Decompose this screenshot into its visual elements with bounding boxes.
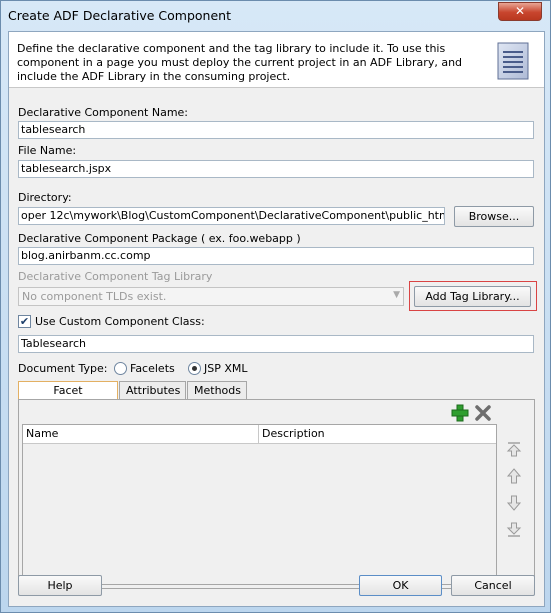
directory-label: Directory:	[18, 191, 72, 204]
add-tag-library-button[interactable]: Add Tag Library...	[414, 286, 531, 307]
tab-attributes[interactable]: Attributes	[119, 381, 186, 399]
column-header-name[interactable]: Name	[23, 425, 259, 444]
facets-table: Name Description	[22, 424, 497, 585]
facet-definitions-panel: Name Description	[18, 399, 535, 589]
dialog-description: Define the declarative component and the…	[17, 42, 463, 83]
dialog-title: Create ADF Declarative Component	[8, 8, 231, 23]
file-name-input[interactable]: tablesearch.jspx	[18, 160, 534, 178]
browse-button[interactable]: Browse...	[454, 206, 534, 227]
help-button[interactable]: Help	[18, 575, 102, 596]
move-to-bottom-icon[interactable]	[506, 522, 522, 538]
dialog-window: Create ADF Declarative Component ✕ Defin…	[0, 0, 551, 613]
chevron-down-icon: ▼	[393, 290, 400, 300]
facelets-radio[interactable]	[114, 362, 127, 375]
header-panel: Define the declarative component and the…	[9, 32, 544, 88]
tag-library-value: No component TLDs exist.	[22, 290, 167, 303]
package-label: Declarative Component Package ( ex. foo.…	[18, 232, 301, 245]
jsp-xml-radio[interactable]	[188, 362, 201, 375]
use-custom-class-label: Use Custom Component Class:	[35, 315, 205, 328]
component-name-label: Declarative Component Name:	[18, 106, 189, 119]
jsp-xml-label: JSP XML	[204, 362, 248, 375]
delete-icon[interactable]	[474, 404, 492, 422]
component-name-input[interactable]: tablesearch	[18, 121, 534, 139]
ok-button[interactable]: OK	[359, 575, 442, 596]
dialog-content: Define the declarative component and the…	[8, 31, 545, 607]
tag-library-label: Declarative Component Tag Library	[18, 270, 213, 283]
cancel-button[interactable]: Cancel	[451, 575, 535, 596]
tab-methods[interactable]: Methods	[187, 381, 247, 399]
move-down-icon[interactable]	[506, 495, 522, 511]
use-custom-class-checkbox[interactable]: ✔	[18, 315, 31, 328]
title-bar[interactable]: Create ADF Declarative Component ✕	[1, 1, 550, 31]
file-name-label: File Name:	[18, 144, 77, 157]
facelets-label: Facelets	[130, 362, 175, 375]
package-input[interactable]: blog.anirbanm.cc.comp	[18, 247, 534, 265]
document-icon	[497, 42, 529, 80]
custom-class-input[interactable]: Tablesearch	[18, 335, 534, 353]
tag-library-select[interactable]: No component TLDs exist. ▼	[18, 287, 404, 306]
document-type-label: Document Type:	[18, 362, 108, 375]
add-icon[interactable]	[451, 404, 469, 422]
column-header-description[interactable]: Description	[259, 425, 496, 444]
close-button[interactable]: ✕	[498, 2, 542, 21]
tab-facet-definitions[interactable]: Facet Definitions	[18, 381, 118, 414]
move-up-icon[interactable]	[506, 468, 522, 484]
directory-input[interactable]: oper 12c\mywork\Blog\CustomComponent\Dec…	[18, 207, 445, 225]
move-to-top-icon[interactable]	[506, 441, 522, 457]
